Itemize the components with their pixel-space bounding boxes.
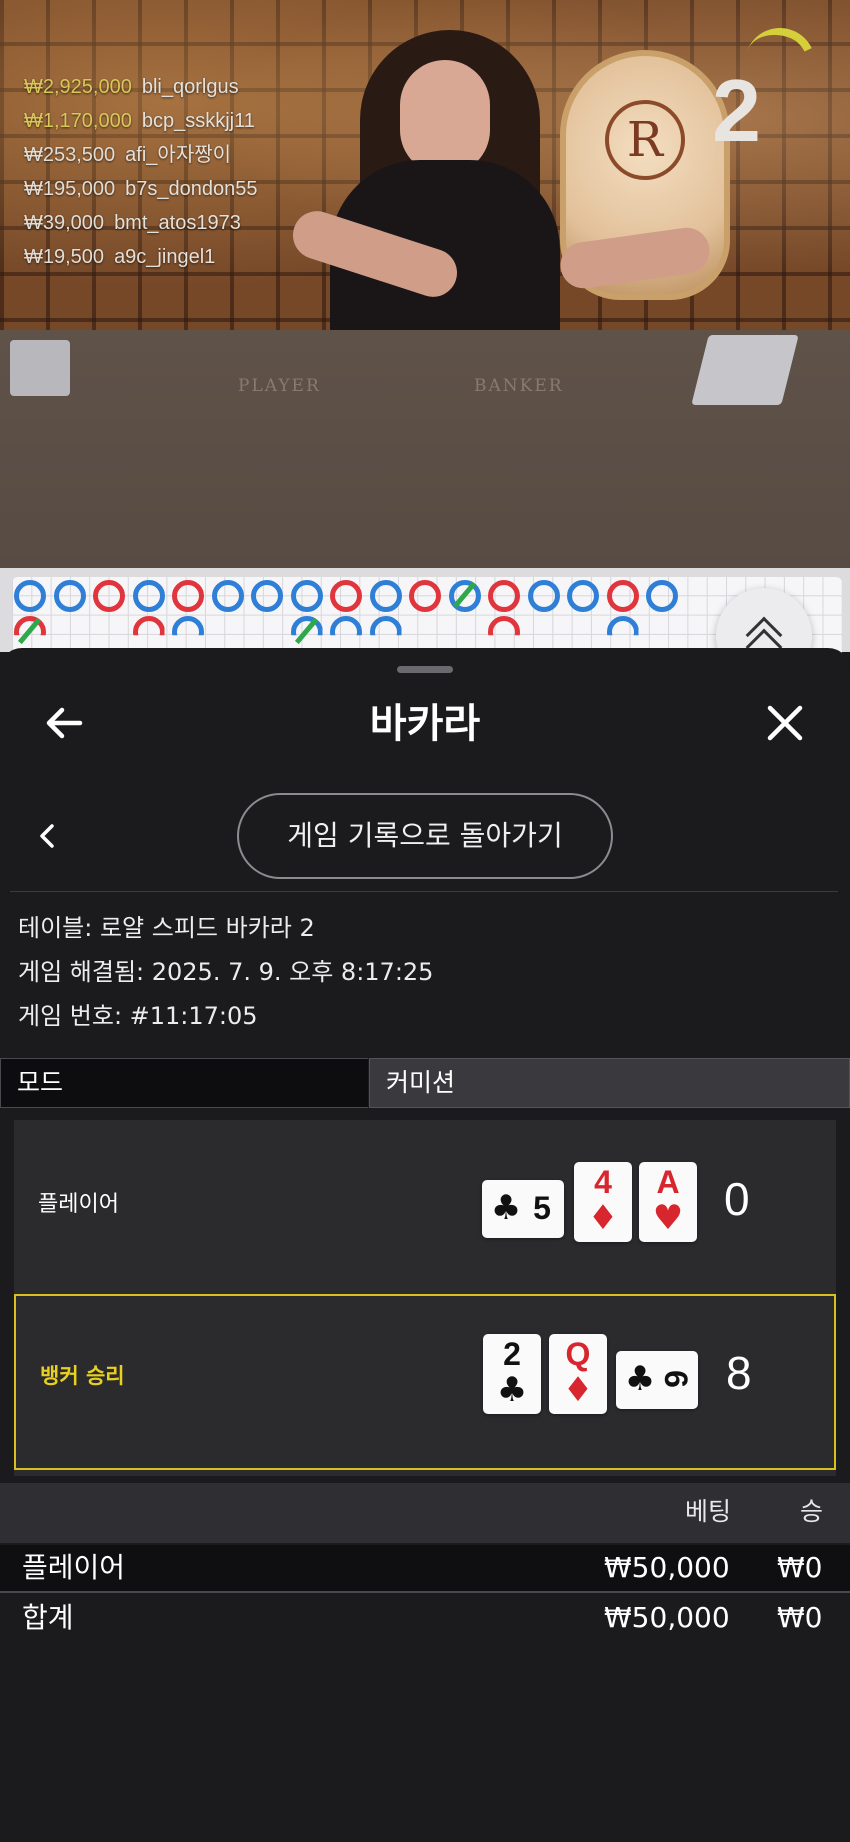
mode-tabs: 모드 커미션 bbox=[0, 1058, 850, 1108]
live-video: R 2 PLAYER BANKER ₩2,925,000 bli_qorlgus … bbox=[0, 0, 850, 568]
leaderboard-row: ₩253,500 afi_아자짱이 bbox=[24, 144, 232, 166]
playing-card: 4 ♦ bbox=[574, 1162, 632, 1242]
leaderboard-row: ₩195,000 b7s_dondon55 bbox=[24, 178, 258, 200]
player-bead bbox=[53, 580, 86, 612]
playing-card: 6 ♣ bbox=[616, 1351, 698, 1409]
table-row: 플레이어 ₩50,000 ₩0 bbox=[0, 1545, 850, 1593]
player-bead bbox=[211, 580, 244, 612]
leaderboard-row: ₩1,170,000 bcp_sskkjj11 bbox=[24, 110, 255, 132]
leaderboard-row: ₩2,925,000 bli_qorlgus bbox=[24, 76, 239, 98]
felt-player-label: PLAYER bbox=[238, 376, 321, 396]
close-x-icon[interactable] bbox=[760, 698, 810, 748]
player-bead bbox=[527, 580, 560, 612]
player-bead bbox=[14, 580, 46, 612]
playing-card: 2 ♣ bbox=[483, 1334, 541, 1414]
game-history-sheet: 바카라 게임 기록으로 돌아가기 테이블: 로얄 스피드 바카라 2 게임 해결… bbox=[0, 648, 850, 1842]
banker-bead bbox=[93, 580, 125, 612]
win-amount: ₩0 bbox=[777, 1551, 823, 1584]
back-to-history-button[interactable]: 게임 기록으로 돌아가기 bbox=[237, 793, 613, 879]
resolved-time: 게임 해결됨: 2025. 7. 9. 오후 8:17:25 bbox=[18, 958, 434, 986]
player-hand: 플레이어 5 ♣ 4 ♦ A ♥ 0 bbox=[14, 1120, 836, 1290]
bet-type: 플레이어 bbox=[22, 1551, 126, 1584]
bet-amount: ₩50,000 bbox=[604, 1551, 730, 1584]
dealer bbox=[400, 60, 490, 175]
banker-hand: 뱅커 승리 2 ♣ Q ♦ 6 ♣ 8 bbox=[14, 1294, 836, 1470]
total-bet: ₩50,000 bbox=[604, 1601, 730, 1634]
player-score: 0 bbox=[724, 1173, 750, 1225]
winners-leaderboard: ₩2,925,000 bli_qorlgus ₩1,170,000 bcp_sskk… bbox=[24, 70, 258, 274]
bet-column-header: 베팅 bbox=[685, 1497, 732, 1526]
card-shoe bbox=[691, 335, 799, 405]
divider bbox=[10, 891, 838, 892]
player-bead bbox=[290, 580, 323, 612]
hand-results: 플레이어 5 ♣ 4 ♦ A ♥ 0 뱅커 승리 2 ♣ Q ♦ 6 ♣ 8 bbox=[14, 1120, 836, 1476]
page-title: 바카라 bbox=[369, 701, 481, 747]
banker-bead bbox=[606, 580, 639, 612]
game-number: 게임 번호: #11:17:05 bbox=[18, 1002, 258, 1030]
player-hand-label: 플레이어 bbox=[38, 1192, 119, 1217]
playing-card: A ♥ bbox=[639, 1162, 697, 1242]
total-row: 합계 ₩50,000 ₩0 bbox=[0, 1595, 850, 1643]
discard-tray bbox=[10, 340, 70, 396]
tab-commission[interactable]: 커미션 bbox=[369, 1058, 850, 1108]
player-bead bbox=[369, 580, 402, 612]
banker-bead bbox=[172, 580, 204, 612]
table-name: 테이블: 로얄 스피드 바카라 2 bbox=[18, 914, 315, 942]
felt-banker-label: BANKER bbox=[474, 376, 564, 396]
royal-emblem-logo: R bbox=[605, 100, 685, 180]
tab-mode[interactable]: 모드 bbox=[0, 1058, 368, 1108]
playing-card: Q ♦ bbox=[549, 1334, 607, 1414]
banker-bead bbox=[330, 580, 362, 612]
banker-score: 8 bbox=[726, 1347, 752, 1399]
player-bead bbox=[251, 580, 283, 612]
playing-card: 5 ♣ bbox=[482, 1180, 564, 1238]
leaderboard-row: ₩19,500 a9c_jingel1 bbox=[24, 246, 216, 268]
total-label: 합계 bbox=[22, 1601, 74, 1634]
leaderboard-row: ₩39,000 bmt_atos1973 bbox=[24, 212, 241, 234]
bets-table-header: 베팅 승 bbox=[0, 1483, 850, 1543]
win-column-header: 승 bbox=[800, 1497, 824, 1526]
banker-bead bbox=[409, 580, 441, 612]
total-win: ₩0 bbox=[777, 1601, 823, 1634]
player-bead bbox=[567, 580, 599, 612]
banker-bead bbox=[488, 580, 520, 612]
chevron-left-icon[interactable] bbox=[30, 818, 66, 854]
banker-win-label: 뱅커 승리 bbox=[40, 1364, 125, 1388]
player-bead bbox=[646, 580, 678, 612]
round-number: 2 bbox=[712, 61, 761, 160]
player-bead bbox=[132, 580, 165, 612]
sheet-drag-handle[interactable] bbox=[397, 666, 453, 673]
